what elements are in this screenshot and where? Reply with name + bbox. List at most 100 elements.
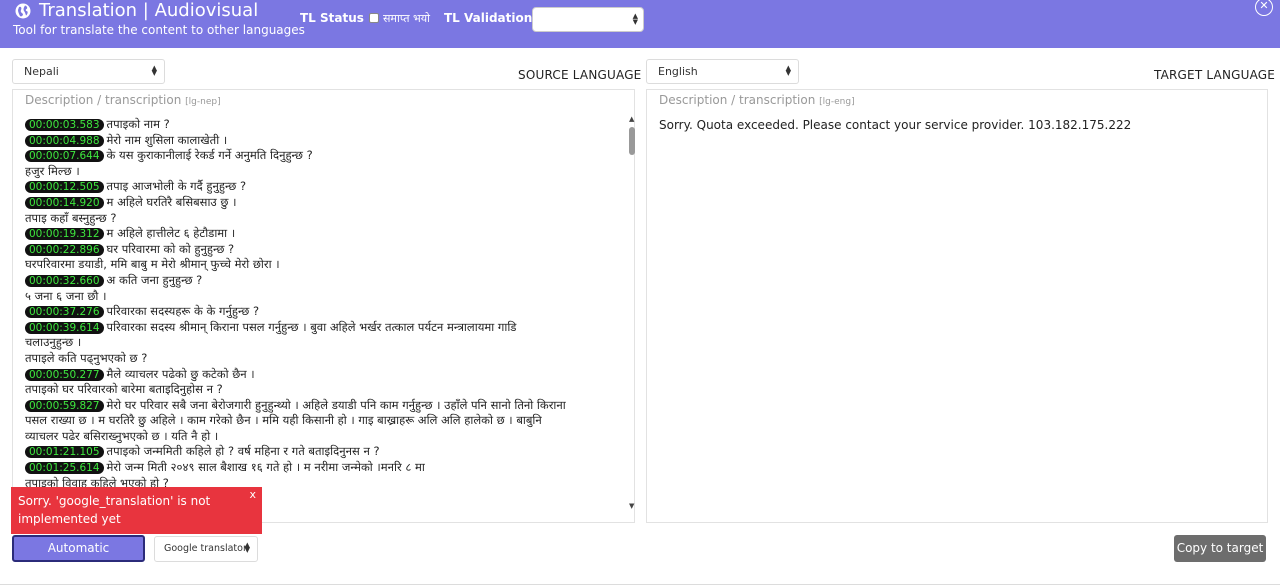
done-checkbox-label: समाप्त भयो	[383, 12, 430, 25]
transcript-line: 00:00:22.896 घर परिवारमा को को हुनुहुन्छ …	[25, 242, 615, 258]
transcript-text: अ कति जना हुनुहुन्छ ?	[106, 272, 203, 287]
transcript-text: तपाइको जन्ममिती कहिले हो ? वर्ष महिना र …	[106, 444, 380, 459]
app-title: Translation | Audiovisual	[39, 0, 259, 21]
tl-validation-select[interactable]: ▲ ▼	[532, 7, 644, 32]
transcript-text: मैले व्याचलर पढेको छु कटेको छैन ।	[106, 366, 255, 381]
transcript-text: म अहिले घरतिरै बसिबसाउ छु ।	[106, 194, 237, 209]
transcript-text: हजुर मिल्छ ।	[25, 163, 80, 178]
transcript-line: 00:00:07.644 के यस कुराकानीलाई रेकर्ड गर्…	[25, 148, 615, 164]
transcript-line: तपाइले कति पढ्नुभएको छ ?	[25, 351, 615, 367]
timestamp-badge[interactable]: 00:00:12.505	[25, 181, 104, 194]
timestamp-badge[interactable]: 00:00:22.896	[25, 243, 104, 256]
error-toast: Sorry. 'google_translation' is not imple…	[11, 487, 262, 534]
transcript-text: मेरो नाम शुसिला कालाखेती ।	[106, 132, 228, 147]
transcript-line: चलाउनुहुन्छ ।	[25, 335, 615, 351]
transcript-text: चलाउनुहुन्छ ।	[25, 335, 82, 350]
toast-message-line2: implemented yet	[18, 512, 121, 526]
select-caret-icon: ▲ ▼	[785, 64, 791, 77]
app-subtitle: Tool for translate the content to other …	[13, 23, 305, 37]
select-caret-icon: ▲ ▼	[151, 64, 157, 77]
tl-validation-label: TL Validation	[444, 11, 533, 25]
close-button[interactable]: ✕	[1255, 0, 1273, 16]
target-language-label: TARGET LANGUAGE	[1154, 68, 1276, 82]
timestamp-badge[interactable]: 00:00:50.277	[25, 368, 104, 381]
globe-icon	[15, 3, 31, 19]
timestamp-badge[interactable]: 00:01:21.105	[25, 446, 104, 459]
transcript-line: 00:00:14.920 म अहिले घरतिरै बसिबसाउ छु ।	[25, 195, 615, 211]
scroll-up-icon[interactable]: ▲	[629, 115, 634, 123]
translator-select-value: Google translator	[164, 543, 247, 554]
transcript-text: परिवारका सदस्यहरू के के गर्नुहुन्छ ?	[106, 304, 260, 319]
transcript-line: 00:00:59.827 मेरो घर परिवार सबै जना बेरोज…	[25, 398, 615, 414]
transcript-line: पसल राख्या छ । म घरतिरै छु अहिले । काम ग…	[25, 413, 615, 429]
toast-close-icon[interactable]: x	[249, 488, 256, 502]
timestamp-badge[interactable]: 00:01:25.614	[25, 462, 104, 475]
transcript-text: व्याचलर पढेर बसिराख्नुभएको छ । यति नै हो…	[25, 428, 219, 443]
target-transcription-panel[interactable]: Description / transcription [lg-eng] Sor…	[646, 89, 1268, 523]
transcript-text: के यस कुराकानीलाई रेकर्ड गर्ने अनुमति दि…	[106, 148, 313, 163]
source-transcription-panel[interactable]: Description / transcription [lg-nep] 00:…	[12, 89, 635, 523]
scroll-down-icon[interactable]: ▼	[629, 502, 634, 510]
timestamp-badge[interactable]: 00:00:14.920	[25, 196, 104, 209]
target-panel-code: [lg-eng]	[819, 97, 855, 107]
app-header: Translation | Audiovisual Tool for trans…	[0, 0, 1280, 48]
source-language-value: Nepali	[24, 65, 59, 78]
transcript-text: घरपरिवारमा डयाडी, ममि बाबु म मेरो श्रीमा…	[25, 257, 280, 272]
transcript-text: घर परिवारमा को को हुनुहुन्छ ?	[106, 241, 235, 256]
target-language-select[interactable]: English ▲ ▼	[646, 59, 799, 84]
transcript-text: पसल राख्या छ । म घरतिरै छु अहिले । काम ग…	[25, 413, 542, 428]
transcript-text: तपाइको घर परिवारको बारेमा बताइदिनुहोस न …	[25, 382, 223, 397]
transcript-line: 00:00:37.276 परिवारका सदस्यहरू के के गर्न…	[25, 304, 615, 320]
transcript-text: तपाइको नाम ?	[106, 117, 170, 131]
timestamp-badge[interactable]: 00:00:04.988	[25, 134, 104, 147]
transcript-line: घरपरिवारमा डयाडी, ममि बाबु म मेरो श्रीमा…	[25, 257, 615, 273]
target-language-value: English	[658, 65, 698, 78]
bottom-divider	[0, 584, 1280, 585]
timestamp-badge[interactable]: 00:00:07.644	[25, 150, 104, 163]
source-panel-code: [lg-nep]	[185, 97, 221, 107]
transcript-line: तपाइ कहाँ बस्नुहुन्छ ?	[25, 211, 615, 227]
target-panel-title: Description / transcription	[659, 93, 816, 107]
source-language-select[interactable]: Nepali ▲ ▼	[12, 59, 165, 84]
transcript-line: 00:01:25.614 मेरो जन्म मिती २०४९ साल बैशा…	[25, 460, 615, 476]
transcript-text: म अहिले हात्तीलेट ६ हेटौडामा ।	[106, 226, 236, 241]
transcript-text: मेरो जन्म मिती २०४९ साल बैशाख १६ गते हो …	[106, 460, 425, 475]
close-icon: ✕	[1259, 0, 1269, 12]
target-panel-header: Description / transcription [lg-eng]	[659, 93, 855, 107]
translator-select[interactable]: Google translator ▲ ▼	[154, 536, 258, 562]
transcript-line: 00:00:50.277 मैले व्याचलर पढेको छु कटेको …	[25, 367, 615, 383]
transcript-line: 00:00:03.583 तपाइको नाम ?	[25, 117, 615, 133]
transcript-line: 00:00:12.505 तपाइ आजभोली के गर्दै हुनुहुन…	[25, 179, 615, 195]
scroll-thumb[interactable]	[629, 127, 635, 155]
done-checkbox[interactable]	[369, 13, 379, 23]
timestamp-badge[interactable]: 00:00:59.827	[25, 399, 104, 412]
transcript-text: मेरो घर परिवार सबै जना बेरोजगारी हुनुहुन…	[106, 397, 566, 412]
select-caret-icon: ▲ ▼	[632, 12, 638, 26]
transcript-line: तपाइको घर परिवारको बारेमा बताइदिनुहोस न …	[25, 382, 615, 398]
transcript-line: 00:01:21.105 तपाइको जन्ममिती कहिले हो ? व…	[25, 444, 615, 460]
source-transcript[interactable]: 00:00:03.583 तपाइको नाम ? 00:00:04.988 मेरो…	[25, 117, 615, 517]
transcript-text: तपाइ आजभोली के गर्दै हुनुहुन्छ ?	[106, 179, 247, 194]
transcript-line: 00:00:39.614 परिवारका सदस्य श्रीमान् किरा…	[25, 320, 615, 336]
copy-to-target-button[interactable]: Copy to target	[1174, 535, 1266, 562]
transcript-text: तपाइ कहाँ बस्नुहुन्छ ?	[25, 210, 117, 225]
timestamp-badge[interactable]: 00:00:03.583	[25, 119, 104, 131]
toast-message-line1: Sorry. 'google_translation' is not	[18, 494, 211, 508]
timestamp-badge[interactable]: 00:00:19.312	[25, 228, 104, 241]
transcript-text: परिवारका सदस्य श्रीमान् किराना पसल गर्नु…	[106, 319, 517, 334]
select-caret-icon: ▲ ▼	[244, 541, 250, 554]
automatic-translation-button[interactable]: Automatic translation	[12, 535, 145, 578]
source-language-label: SOURCE LANGUAGE	[518, 68, 642, 82]
timestamp-badge[interactable]: 00:00:39.614	[25, 321, 104, 334]
transcript-text: तपाइले कति पढ्नुभएको छ ?	[25, 350, 148, 365]
source-scrollbar[interactable]: ▲ ▼	[627, 115, 637, 513]
target-transcript-text: Sorry. Quota exceeded. Please contact yo…	[659, 118, 1132, 132]
timestamp-badge[interactable]: 00:00:37.276	[25, 306, 104, 319]
transcript-line: 00:00:04.988 मेरो नाम शुसिला कालाखेती ।	[25, 133, 615, 149]
source-panel-title: Description / transcription	[25, 93, 182, 107]
transcript-line: हजुर मिल्छ ।	[25, 164, 615, 180]
tl-status-label: TL Status	[300, 11, 364, 25]
transcript-line: ५ जना ६ जना छौ ।	[25, 289, 615, 305]
transcript-line: 00:00:32.660 अ कति जना हुनुहुन्छ ?	[25, 273, 615, 289]
timestamp-badge[interactable]: 00:00:32.660	[25, 274, 104, 287]
